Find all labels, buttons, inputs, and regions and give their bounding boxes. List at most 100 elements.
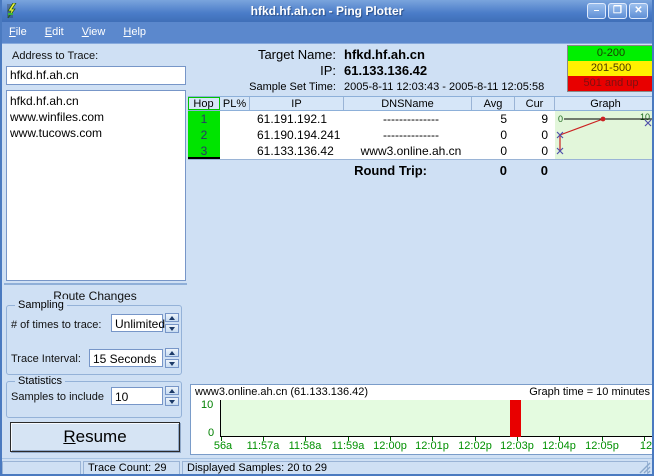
table-bottom-border: [188, 159, 654, 160]
time-axis-label: 11:59a: [332, 440, 365, 452]
address-list-item[interactable]: hfkd.hf.ah.cn: [7, 93, 185, 109]
legend-range-mid: 201-500: [568, 61, 654, 76]
statistics-group-title: Statistics: [15, 375, 65, 387]
address-list-item[interactable]: www.tucows.com: [7, 125, 185, 141]
avg-latency-line: [560, 119, 603, 151]
resize-grip[interactable]: [639, 462, 651, 474]
dns-cell: www3.online.ah.cn: [344, 143, 472, 159]
spin-down-button[interactable]: [165, 324, 179, 333]
window-title: hfkd.hf.ah.cn - Ping Plotter: [0, 4, 654, 18]
time-axis-label: 12:01p: [415, 440, 449, 452]
column-header-avg[interactable]: Avg: [472, 97, 515, 110]
minimize-button[interactable]: –: [587, 3, 606, 19]
menu-help[interactable]: Help: [114, 22, 155, 43]
trace-table-header: Hop PL% IP DNSName Avg Cur Graph: [188, 96, 654, 111]
time-axis-label: 11:58a: [289, 440, 322, 452]
spin-down-button[interactable]: [165, 397, 179, 406]
cur-cell: 9: [515, 111, 555, 127]
pl-cell: [220, 111, 250, 127]
ip-value: 61.133.136.42: [344, 63, 427, 78]
status-bar: Trace Count: 29 Displayed Samples: 20 to…: [0, 458, 654, 476]
arrow-up-icon: [169, 389, 175, 393]
time-axis-label: 12: [640, 440, 652, 452]
arrow-down-icon: [169, 362, 175, 366]
mini-graph-min-label: 0: [558, 114, 563, 124]
hop-cell: 2: [188, 127, 220, 143]
target-name-value: hfkd.hf.ah.cn: [344, 47, 425, 62]
times-to-trace-field[interactable]: Unlimited: [111, 314, 163, 332]
close-button[interactable]: ✕: [629, 3, 648, 19]
sampling-group-title: Sampling: [15, 299, 67, 311]
time-axis-label: 12:02p: [458, 440, 492, 452]
time-axis-label: 12:00p: [373, 440, 407, 452]
ip-label: IP:: [188, 63, 336, 78]
latency-legend: 0-200 201-500 501 and up: [567, 45, 654, 92]
column-header-graph[interactable]: Graph: [555, 97, 654, 110]
trace-count-status: Trace Count: 29: [83, 461, 180, 476]
column-header-ip[interactable]: IP: [250, 97, 344, 110]
arrow-down-icon: [169, 400, 175, 404]
target-name-label: Target Name:: [188, 47, 336, 62]
hop-latency-mini-graph: 0 10: [555, 111, 654, 159]
round-trip-avg: 0: [472, 163, 507, 178]
timeline-graph-panel: www3.online.ah.cn (61.133.136.42) Graph …: [190, 384, 654, 455]
address-to-trace-label: Address to Trace:: [12, 50, 98, 62]
maximize-button[interactable]: ❐: [608, 3, 627, 19]
column-header-cur[interactable]: Cur: [515, 97, 555, 110]
arrow-down-icon: [169, 327, 175, 331]
timeline-ymin-label: 0: [208, 427, 214, 439]
round-trip-label: Round Trip:: [188, 163, 427, 178]
spin-down-button[interactable]: [165, 359, 179, 368]
time-axis-label: 12:05p: [585, 440, 619, 452]
round-trip-cur: 0: [515, 163, 548, 178]
address-listbox: hfkd.hf.ah.cn www.winfiles.com www.tucow…: [6, 90, 186, 281]
address-list-item[interactable]: www.winfiles.com: [7, 109, 185, 125]
timeline-plot-area[interactable]: [220, 400, 652, 437]
statistics-groupbox: Statistics Samples to include 10: [6, 381, 182, 418]
legend-range-high: 501 and up: [568, 76, 654, 91]
spin-up-button[interactable]: [165, 313, 179, 322]
dns-cell: --------------: [344, 111, 472, 127]
sample-set-time-value: 2005-8-11 12:03:43 - 2005-8-11 12:05:58: [344, 81, 544, 93]
spin-up-button[interactable]: [165, 386, 179, 395]
legend-range-low: 0-200: [568, 46, 654, 61]
menu-view[interactable]: View: [73, 22, 115, 43]
time-axis-label: 12:04p: [542, 440, 576, 452]
timeline-ymax-label: 10: [201, 399, 213, 411]
samples-to-include-field[interactable]: 10: [111, 387, 163, 405]
status-panel-empty: [2, 461, 81, 476]
samples-stepper: [165, 386, 179, 406]
menu-edit[interactable]: Edit: [36, 22, 73, 43]
cur-cell: 0: [515, 127, 555, 143]
panel-splitter[interactable]: [4, 283, 187, 285]
ip-cell: 61.191.192.1: [250, 111, 344, 127]
timeline-graph-time-label: Graph time = 10 minutes: [529, 386, 650, 399]
times-to-trace-label: # of times to trace:: [11, 319, 101, 331]
times-to-trace-stepper: [165, 313, 179, 333]
column-header-dns[interactable]: DNSName: [344, 97, 472, 110]
time-axis-label: 56a: [214, 440, 232, 452]
column-header-hop[interactable]: Hop: [188, 97, 220, 110]
avg-cell: 0: [472, 143, 515, 159]
arrow-up-icon: [169, 351, 175, 355]
avg-point-hop1: [601, 117, 606, 122]
displayed-samples-status: Displayed Samples: 20 to 29: [182, 461, 648, 476]
sampling-groupbox: Sampling # of times to trace: Unlimited …: [6, 305, 182, 375]
time-axis-label: 12:03p: [500, 440, 534, 452]
timeline-red-event-bar: [510, 400, 521, 437]
time-axis-label: 11:57a: [247, 440, 280, 452]
spin-up-button[interactable]: [165, 348, 179, 357]
trace-interval-field[interactable]: 15 Seconds: [89, 349, 163, 367]
cur-cell: 0: [515, 143, 555, 159]
ip-cell: 61.190.194.241: [250, 127, 344, 143]
column-header-pl[interactable]: PL%: [220, 97, 250, 110]
resume-button[interactable]: Resume: [10, 422, 180, 452]
title-bar[interactable]: hfkd.hf.ah.cn - Ping Plotter – ❐ ✕: [0, 0, 654, 22]
samples-to-include-label: Samples to include: [11, 391, 104, 403]
menu-file[interactable]: File: [0, 22, 36, 43]
pl-cell: [220, 143, 250, 159]
hop-cell: 1: [188, 111, 220, 127]
menu-bar: File Edit View Help: [0, 22, 654, 44]
ping-plotter-window: hfkd.hf.ah.cn - Ping Plotter – ❐ ✕ File …: [0, 0, 654, 476]
address-input[interactable]: hfkd.hf.ah.cn: [6, 66, 186, 85]
